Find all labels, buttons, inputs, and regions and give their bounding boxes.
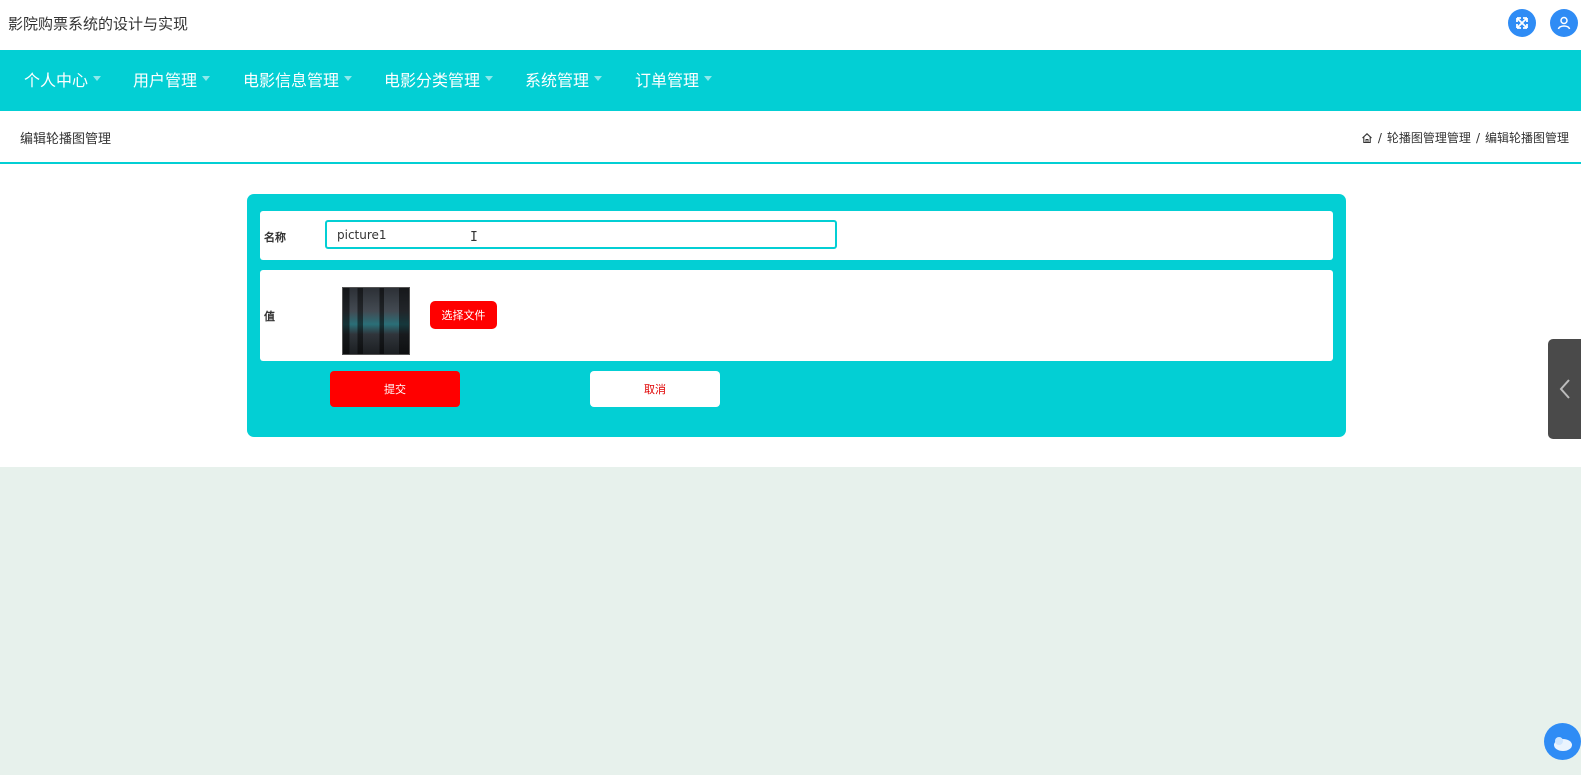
top-header: 影院购票系统的设计与实现 (0, 0, 1581, 50)
user-icon[interactable] (1550, 9, 1578, 37)
caret-down-icon (594, 76, 603, 81)
nav-item-personal-center[interactable]: 个人中心 (24, 50, 102, 111)
nav-item-label: 电影信息管理 (243, 71, 340, 90)
breadcrumb-separator: / (1377, 130, 1382, 145)
breadcrumb: / 轮播图管理管理 / 编辑轮播图管理 (1361, 129, 1569, 146)
value-label: 值 (264, 310, 275, 323)
choose-file-button[interactable]: 选择文件 (430, 301, 497, 329)
caret-down-icon (93, 76, 102, 81)
caret-down-icon (485, 76, 494, 81)
breadcrumb-separator: / (1475, 130, 1480, 145)
fullscreen-icon[interactable] (1508, 9, 1536, 37)
chevron-left-icon (1559, 379, 1570, 399)
floating-action-button[interactable] (1544, 723, 1581, 760)
main-nav: 个人中心 用户管理 电影信息管理 电影分类管理 系统管理 订单管理 (0, 50, 1581, 111)
caret-down-icon (202, 76, 211, 81)
nav-item-user-management[interactable]: 用户管理 (133, 50, 211, 111)
breadcrumb-item-carousel-management[interactable]: 轮播图管理管理 (1387, 129, 1471, 146)
nav-item-label: 系统管理 (525, 71, 590, 90)
page-title: 编辑轮播图管理 (20, 132, 112, 147)
form-row-value: 值 选择文件 (260, 270, 1333, 361)
name-label: 名称 (264, 231, 286, 244)
home-icon[interactable] (1361, 132, 1373, 144)
nav-item-label: 订单管理 (635, 71, 700, 90)
form-row-name: 名称 I (260, 211, 1333, 260)
nav-item-label: 用户管理 (133, 71, 198, 90)
side-panel-toggle[interactable] (1548, 339, 1581, 439)
caret-down-icon (344, 76, 353, 81)
nav-item-system-management[interactable]: 系统管理 (525, 50, 603, 111)
edit-form: 名称 I 值 选择文件 提交 取消 (247, 194, 1346, 437)
breadcrumb-item-current: 编辑轮播图管理 (1484, 131, 1569, 145)
image-thumbnail (342, 287, 410, 355)
name-input[interactable] (325, 220, 837, 249)
page-header: 编辑轮播图管理 / 轮播图管理管理 / 编辑轮播图管理 (0, 111, 1581, 164)
nav-item-order-management[interactable]: 订单管理 (635, 50, 713, 111)
cancel-button[interactable]: 取消 (590, 371, 720, 407)
nav-item-label: 电影分类管理 (384, 71, 481, 90)
nav-item-label: 个人中心 (24, 71, 89, 90)
caret-down-icon (704, 76, 713, 81)
chat-bubble-icon (1554, 737, 1572, 751)
app-title: 影院购票系统的设计与实现 (8, 15, 189, 33)
submit-button[interactable]: 提交 (330, 371, 460, 407)
nav-item-movie-category-management[interactable]: 电影分类管理 (384, 50, 494, 111)
nav-item-movie-info-management[interactable]: 电影信息管理 (243, 50, 353, 111)
text-cursor-icon: I (470, 230, 478, 245)
